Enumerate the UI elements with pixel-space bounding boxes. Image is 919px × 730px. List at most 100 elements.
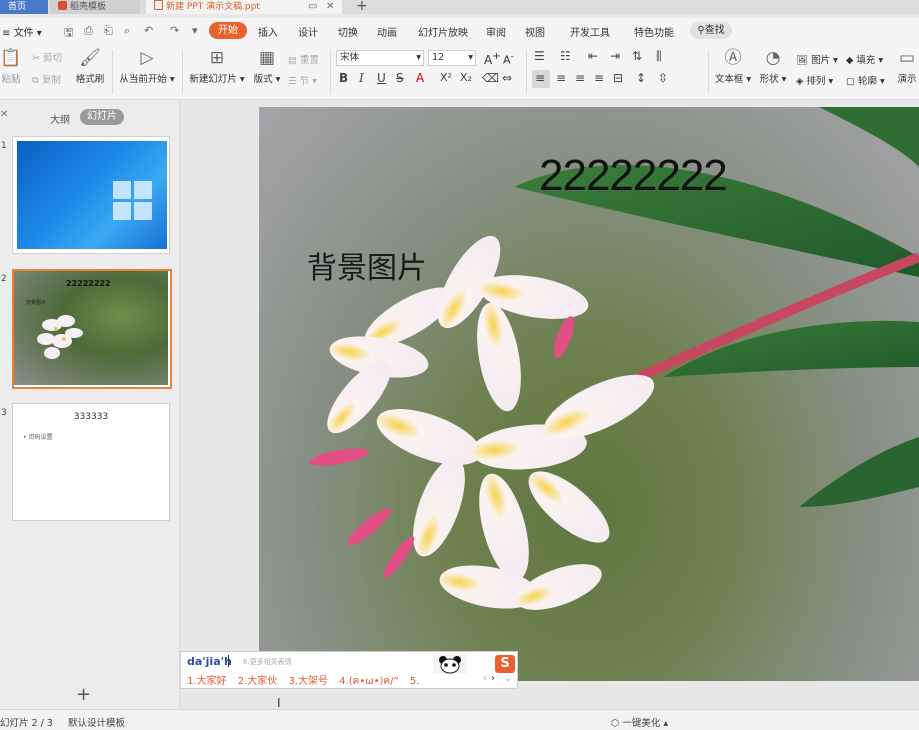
export-icon[interactable]: ⎙ xyxy=(84,24,93,38)
menu-animation[interactable]: 动画 xyxy=(377,24,397,39)
menu-home-active[interactable]: 开始 xyxy=(209,22,247,39)
decrease-indent-icon[interactable]: ⇤ xyxy=(588,49,598,63)
tab-pin-icon[interactable]: ▭ xyxy=(308,0,317,13)
sogou-logo-icon[interactable]: S xyxy=(495,655,515,673)
increase-font-icon[interactable]: A+ xyxy=(484,51,501,67)
current-slide[interactable]: 22222222 背景图片 xyxy=(259,107,919,681)
ime-expand-icon[interactable]: ⌄ xyxy=(504,673,512,684)
paste-button[interactable]: 📋 粘贴 xyxy=(0,48,24,85)
menu-insert[interactable]: 插入 xyxy=(258,24,278,39)
save-icon[interactable]: 🖫 xyxy=(64,24,73,43)
picture-icon: 🖼 xyxy=(796,55,809,66)
column-icon[interactable]: ⫼ xyxy=(656,49,662,64)
format-painter-button[interactable]: 🖌 格式刷 xyxy=(74,48,106,85)
beautify-button[interactable]: ⬡ 一键美化 ▴ xyxy=(611,715,668,729)
tab-close-icon[interactable]: ✕ xyxy=(326,0,334,13)
chevron-down-icon: ▾ xyxy=(468,52,473,63)
tab-slides[interactable]: 幻灯片 xyxy=(80,109,124,125)
play-from-current-label: 从当前开始 xyxy=(119,74,167,85)
menu-file[interactable]: ≡ 文件 ▾ xyxy=(2,24,42,39)
decrease-font-icon[interactable]: A- xyxy=(503,51,514,67)
preview-icon[interactable]: ⌕ xyxy=(124,24,130,38)
align-center-icon[interactable]: ≡ xyxy=(556,71,566,85)
menu-transition[interactable]: 切换 xyxy=(338,24,358,39)
ime-next-icon[interactable]: › xyxy=(491,673,495,684)
new-tab-icon[interactable]: + xyxy=(356,0,368,14)
ime-candidate-2[interactable]: 2.大家伙 xyxy=(238,676,278,687)
search-button[interactable]: ⚲查找 xyxy=(690,22,732,39)
shape-button[interactable]: ◔ 形状 ▾ xyxy=(758,48,788,85)
arrange-button[interactable]: ◈ 排列 ▾ xyxy=(796,73,833,87)
textbox-button[interactable]: Ⓐ 文本框 ▾ xyxy=(714,48,752,85)
align-right-icon[interactable]: ≡ xyxy=(575,71,585,85)
ime-more-emoji-hint[interactable]: 6.更多相关表情 xyxy=(243,657,292,667)
ribbon-separator xyxy=(112,50,113,94)
menu-review[interactable]: 审阅 xyxy=(486,24,506,39)
play-from-current-button[interactable]: ▷ 从当前开始 ▾ xyxy=(118,48,176,85)
ime-candidate-5[interactable]: 5. xyxy=(410,676,420,687)
layout-button[interactable]: ▦ 版式 ▾ xyxy=(252,48,282,85)
subscript-icon[interactable]: X₂ xyxy=(460,71,472,84)
font-size-select[interactable]: 12 ▾ xyxy=(428,50,476,66)
bold-icon[interactable]: B xyxy=(339,71,348,85)
cut-button[interactable]: ✂ 剪切 xyxy=(32,50,62,64)
ime-candidate-1[interactable]: 1.大家好 xyxy=(187,676,227,687)
slide-thumbnail-1[interactable] xyxy=(12,136,170,254)
quick-access-dropdown-icon[interactable]: ▾ xyxy=(192,24,198,37)
italic-icon[interactable]: I xyxy=(359,71,364,85)
text-direction-icon[interactable]: ⇅ xyxy=(632,49,642,63)
undo-icon[interactable]: ↶ xyxy=(144,24,153,37)
close-panel-icon[interactable]: ✕ xyxy=(0,109,8,120)
ime-candidate-4[interactable]: 4.(ฅ•ω•)ฅ/” xyxy=(339,676,398,687)
reset-button[interactable]: ▤ 重置 xyxy=(288,52,319,66)
menu-developer[interactable]: 开发工具 xyxy=(570,24,610,39)
ime-candidate-3[interactable]: 3.大架号 xyxy=(288,676,328,687)
clear-format-icon[interactable]: ⌫ xyxy=(482,71,499,85)
tab-docer-templates[interactable]: 稻壳模板 xyxy=(50,0,140,14)
tab-outline[interactable]: 大纲 xyxy=(50,111,70,126)
menu-design[interactable]: 设计 xyxy=(298,24,318,39)
underline-icon[interactable]: U xyxy=(377,71,386,85)
print-icon[interactable]: ⎗ xyxy=(104,24,113,38)
fill-button[interactable]: ◆ 填充 ▾ xyxy=(846,52,883,66)
new-slide-button[interactable]: ⊞ 新建幻灯片 ▾ xyxy=(188,48,246,85)
justify-icon[interactable]: ≡ xyxy=(594,71,604,85)
menu-view[interactable]: 视图 xyxy=(525,24,545,39)
ime-caret xyxy=(228,655,229,667)
font-color-icon[interactable]: A xyxy=(416,71,424,85)
tab-document-label: 新建 PPT 演示文稿.ppt xyxy=(166,2,260,12)
add-slide-icon[interactable]: + xyxy=(76,684,91,705)
theme-name[interactable]: 默认设计模板 xyxy=(68,715,125,729)
strikethrough-icon[interactable]: S xyxy=(396,71,404,85)
copy-button[interactable]: ⧉ 复制 xyxy=(32,72,61,86)
search-icon: ⚲ xyxy=(697,25,705,36)
slide-body-text[interactable]: 背景图片 xyxy=(307,243,427,287)
menu-features[interactable]: 特色功能 xyxy=(634,24,674,39)
line-spacing-icon[interactable]: ↕ xyxy=(636,71,646,85)
superscript-icon[interactable]: X² xyxy=(440,71,452,84)
slide-thumbnail-3[interactable]: 333333 • 页码设置 xyxy=(12,403,170,521)
tab-home[interactable]: 首页 xyxy=(0,0,48,14)
arrange-icon: ◈ xyxy=(796,76,804,87)
increase-indent-icon[interactable]: ⇥ xyxy=(610,49,620,63)
char-spacing-icon[interactable]: ⇔ xyxy=(502,71,512,85)
paragraph-spacing-icon[interactable]: ⇳ xyxy=(658,71,668,85)
tab-bar: 首页 稻壳模板 新建 PPT 演示文稿.ppt ▭ ✕ + xyxy=(0,0,919,14)
align-left-icon[interactable]: ≡ xyxy=(535,71,545,85)
menu-slideshow[interactable]: 幻灯片放映 xyxy=(418,24,468,39)
slide-panel: ✕ 大纲 幻灯片 1 2 22222222 背景图片 3 333333 • 页码… xyxy=(0,101,180,709)
present-button[interactable]: ▭ 演示 xyxy=(896,48,918,85)
picture-button[interactable]: 🖼 图片 ▾ xyxy=(796,52,838,66)
distribute-icon[interactable]: ⊟ xyxy=(613,71,623,85)
section-button[interactable]: ☰ 节 ▾ xyxy=(288,73,317,87)
slide-thumbnail-2[interactable]: 22222222 背景图片 xyxy=(12,269,172,389)
panda-sticker-icon[interactable] xyxy=(433,654,467,674)
font-name-select[interactable]: 宋体 ▾ xyxy=(336,50,424,66)
slide-title-text[interactable]: 22222222 xyxy=(539,151,728,201)
redo-icon[interactable]: ↷ xyxy=(170,24,179,37)
bullet-list-icon[interactable]: ☰ xyxy=(534,49,545,63)
font-name-value: 宋体 xyxy=(340,52,360,63)
ime-prev-icon[interactable]: ‹ xyxy=(483,673,487,684)
numbered-list-icon[interactable]: ☷ xyxy=(560,49,571,63)
outline-button[interactable]: ▢ 轮廓 ▾ xyxy=(846,73,885,87)
